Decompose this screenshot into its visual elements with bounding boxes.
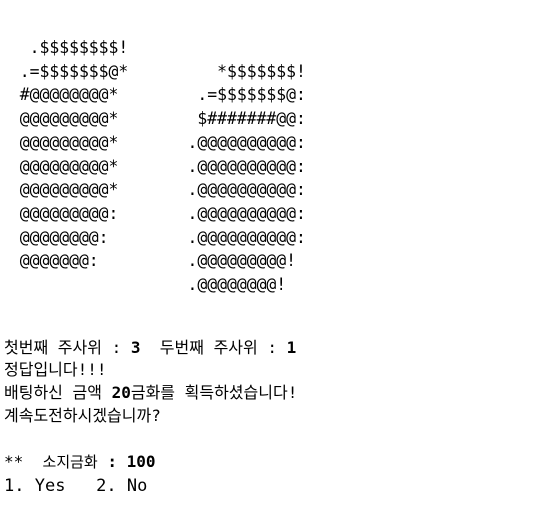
balance-label: 소지금화 [42,453,98,471]
second-dice-value: 1 [286,338,297,357]
balance-line: ** 소지금화 : 100 [4,451,156,473]
option-yes[interactable]: 1. Yes [4,476,65,496]
balance-value: 100 [126,452,156,471]
first-dice-label: 첫번째 주사위 [4,338,102,357]
dice-roll-line: 첫번째 주사위 : 3 두번째 주사위 : 1 [4,337,296,359]
option-no-label: No [126,476,148,496]
option-yes-key: 1. [4,476,25,496]
console-window: .$$$$$$$$! .=$$$$$$$@* *$$$$$$$! #@@@@@@… [0,0,543,522]
option-no[interactable]: 2. No [96,476,147,496]
separator: : [107,452,118,471]
continue-prompt: 계속도전하시겠습니까? [4,406,161,425]
balance-stars: ** [4,452,24,471]
option-no-key: 2. [96,476,117,496]
second-dice-label: 두번째 주사위 [159,338,258,357]
payout-amount: 20 [111,383,131,402]
first-dice-value: 3 [130,338,141,357]
options-line: 1. Yes 2. No [4,475,147,497]
separator: : [267,338,278,357]
payout-message: 배팅하신 금액 20금화를 획득하셨습니다! [4,382,297,404]
payout-suffix: 금화를 획득하셨습니다! [130,383,298,402]
option-yes-label: Yes [34,476,66,496]
payout-prefix: 배팅하신 금액 [4,383,102,402]
separator: : [111,338,122,357]
result-message: 정답입니다!!! [4,360,107,379]
dice-ascii-art: .$$$$$$$$! .=$$$$$$$@* *$$$$$$$! #@@@@@@… [19,38,306,295]
